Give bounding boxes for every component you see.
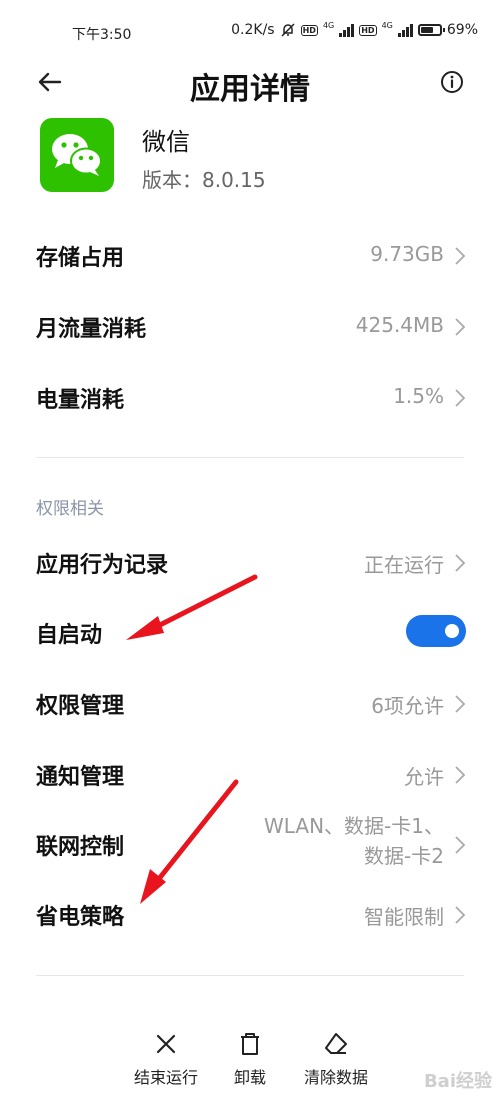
- divider: [36, 975, 464, 976]
- force-stop-button[interactable]: 结束运行: [128, 1030, 204, 1088]
- signal-icon-2: [397, 23, 413, 37]
- app-name: 微信: [142, 128, 190, 156]
- row-value: 425.4MB: [355, 313, 444, 337]
- app-header: 应用详情: [0, 56, 500, 112]
- uninstall-label: 卸载: [233, 1068, 266, 1087]
- autostart-toggle[interactable]: [406, 615, 466, 647]
- row-label: 电量消耗: [36, 388, 125, 413]
- chevron-right-icon: [455, 766, 466, 784]
- row-label: 自启动: [36, 623, 103, 648]
- chevron-right-icon: [455, 695, 466, 713]
- section-title: 权限相关: [36, 499, 104, 519]
- chevron-right-icon: [455, 554, 466, 572]
- battery-percent: 69%: [446, 22, 478, 38]
- row-label: 权限管理: [36, 694, 125, 719]
- row-label: 应用行为记录: [36, 553, 169, 578]
- notification-manage-row[interactable]: 通知管理 允许: [36, 745, 466, 805]
- hd-badge: HD: [300, 24, 318, 36]
- eraser-icon: [325, 1033, 347, 1054]
- clear-data-button[interactable]: 清除数据: [296, 1030, 376, 1088]
- row-value: 1.5%: [393, 384, 444, 408]
- chevron-right-icon: [455, 389, 466, 407]
- status-bar: 下午3:50 0.2K/s HD 4G HD 4G 69%: [0, 0, 500, 64]
- close-icon: [156, 1034, 176, 1054]
- clear-data-label: 清除数据: [303, 1068, 368, 1087]
- chevron-right-icon: [455, 906, 466, 924]
- page-title: 应用详情: [190, 72, 310, 107]
- permission-manage-row[interactable]: 权限管理 6项允许: [36, 674, 466, 734]
- row-label: 通知管理: [36, 765, 125, 790]
- divider: [36, 457, 464, 458]
- signal-icon-1: [339, 23, 355, 37]
- app-version: 版本：8.0.15: [142, 168, 266, 192]
- battery-fill: [420, 27, 434, 33]
- chevron-right-icon: [455, 318, 466, 336]
- chevron-right-icon: [455, 247, 466, 265]
- battery-icon: [417, 24, 445, 36]
- data-usage-row[interactable]: 月流量消耗 425.4MB: [36, 297, 466, 357]
- mute-bell-icon: [281, 23, 295, 37]
- status-indicators: 0.2K/s HD 4G HD 4G 69%: [231, 20, 478, 39]
- activity-record-row[interactable]: 应用行为记录 正在运行: [36, 533, 466, 593]
- chevron-right-icon: [455, 836, 466, 854]
- toggle-knob: [445, 624, 459, 638]
- row-label: 联网控制: [36, 835, 125, 860]
- row-value: 6项允许: [371, 694, 444, 718]
- row-value: WLAN、数据-卡1、 数据-卡2: [264, 811, 444, 871]
- app-info: 微信 版本：8.0.15: [40, 118, 480, 194]
- battery-usage-row[interactable]: 电量消耗 1.5%: [36, 368, 466, 428]
- row-value: 9.73GB: [370, 242, 444, 266]
- power-saving-row[interactable]: 省电策略 智能限制: [36, 885, 466, 945]
- hd-badge-2: HD: [359, 24, 377, 36]
- row-label: 存储占用: [36, 246, 125, 271]
- net-type-2: 4G: [381, 20, 393, 30]
- row-label: 月流量消耗: [36, 317, 147, 342]
- network-speed: 0.2K/s: [231, 22, 275, 38]
- trash-icon: [241, 1033, 259, 1055]
- info-icon[interactable]: [440, 70, 464, 94]
- net-type-1: 4G: [322, 20, 335, 30]
- row-value: 正在运行: [364, 553, 444, 577]
- row-value: 允许: [404, 765, 444, 789]
- row-value: 智能限制: [364, 905, 444, 929]
- uninstall-button[interactable]: 卸载: [222, 1030, 278, 1088]
- watermark: Bai经验: [423, 1071, 492, 1092]
- wechat-icon: [40, 118, 114, 192]
- autostart-row: 自启动: [36, 603, 466, 663]
- row-label: 省电策略: [36, 905, 125, 930]
- row-value-line1: WLAN、数据-卡1、: [264, 814, 444, 838]
- force-stop-label: 结束运行: [133, 1068, 198, 1087]
- row-value-line2: 数据-卡2: [364, 844, 444, 868]
- network-control-row[interactable]: 联网控制 WLAN、数据-卡1、 数据-卡2: [36, 814, 466, 875]
- storage-row[interactable]: 存储占用 9.73GB: [36, 226, 466, 286]
- status-time: 下午3:50: [72, 27, 132, 43]
